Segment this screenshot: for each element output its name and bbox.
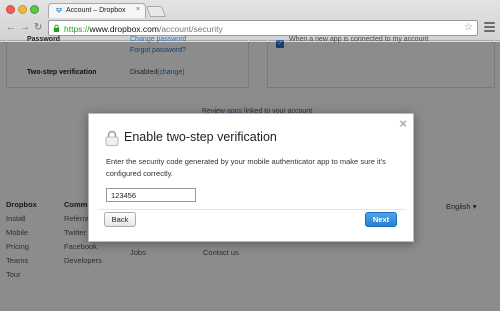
reload-icon[interactable]: ↻ [34,22,42,34]
back-arrow-icon[interactable]: ← [6,22,16,34]
star-icon[interactable]: ☆ [464,22,473,33]
dropbox-favicon-icon [55,7,63,13]
back-button[interactable]: Back [104,212,136,227]
next-button[interactable]: Next [365,212,397,227]
browser-tab[interactable]: Account – Dropbox × [48,3,146,18]
window-maximize-button[interactable] [30,5,39,14]
forward-arrow-icon[interactable]: → [20,22,30,34]
url-host: www.dropbox.com [89,24,159,34]
url-text[interactable]: https://www.dropbox.com/account/security [64,24,223,34]
address-bar[interactable]: https://www.dropbox.com/account/security… [48,20,478,36]
browser-chrome: Account – Dropbox × ← → ↻ https://www.dr… [0,0,500,41]
padlock-icon [105,130,119,146]
two-step-modal: × Enable two-step verification Enter the… [88,113,414,242]
lock-icon [53,24,60,32]
close-icon[interactable]: × [399,117,407,130]
modal-title: Enable two-step verification [124,130,277,144]
tab-title: Account – Dropbox [66,7,126,14]
window-close-button[interactable] [6,5,15,14]
security-code-input[interactable] [106,188,196,202]
new-tab-button[interactable] [145,6,167,17]
tab-close-icon[interactable]: × [136,6,140,13]
modal-divider [99,209,405,210]
url-scheme: https:// [64,24,90,34]
menu-icon[interactable] [484,22,495,33]
modal-description: Enter the security code generated by you… [106,157,386,178]
window-minimize-button[interactable] [18,5,27,14]
url-path: /account/security [158,24,223,34]
